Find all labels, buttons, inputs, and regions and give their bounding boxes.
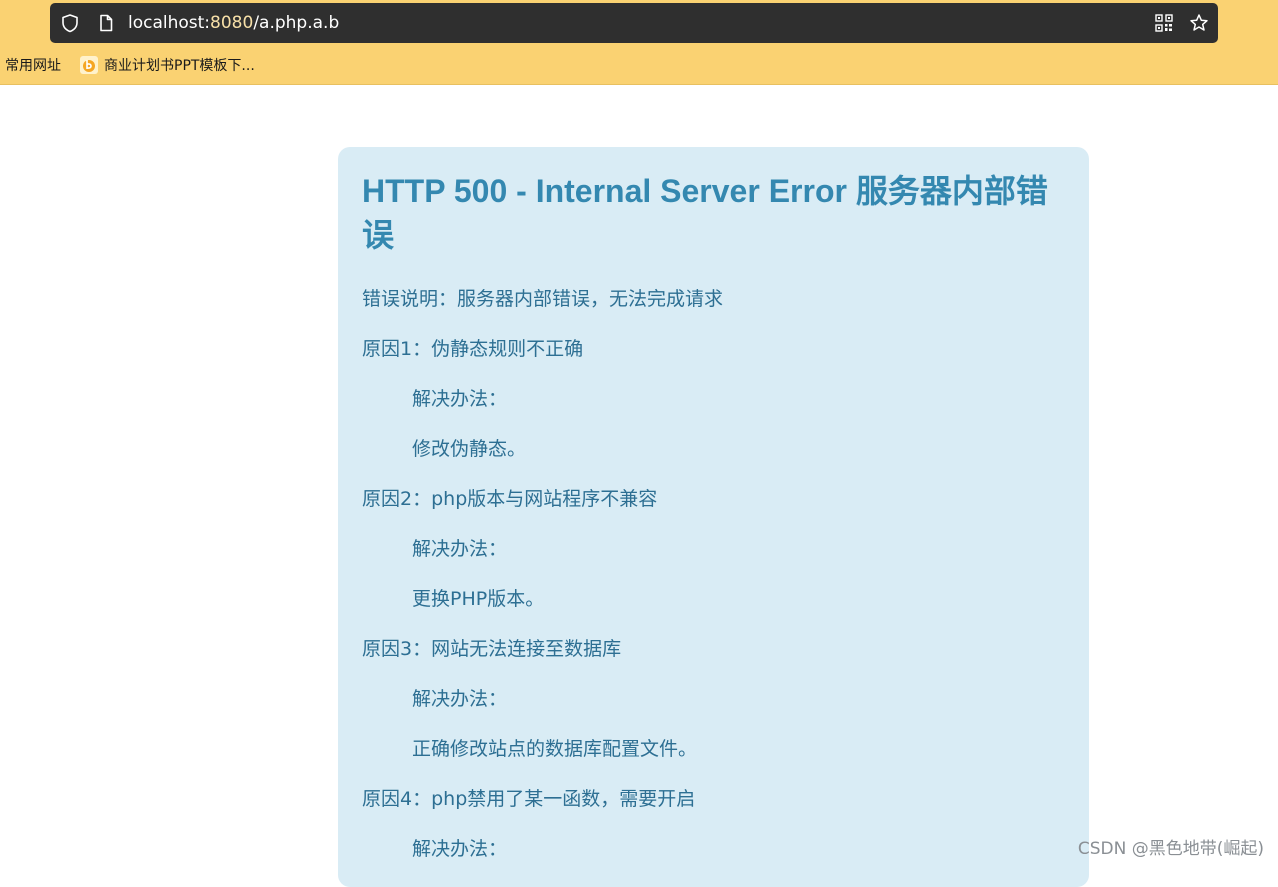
reason-line: 原因1：伪静态规则不正确 (362, 337, 1065, 387)
star-icon[interactable] (1189, 13, 1209, 33)
reason-line: 原因4：php禁用了某一函数，需要开启 (362, 787, 1065, 837)
solution-line: 正确修改站点的数据库配置文件。 (362, 737, 1065, 787)
solution-line: 解决办法： (362, 687, 1065, 737)
solution-line: 修改伪静态。 (362, 437, 1065, 487)
bookmark-common-sites[interactable]: 常用网址 (5, 56, 61, 76)
reason-line: 原因2：php版本与网站程序不兼容 (362, 487, 1065, 537)
page-icon[interactable] (96, 13, 116, 33)
shield-icon[interactable] (60, 13, 80, 33)
reason-line: 错误说明：服务器内部错误，无法完成请求 (362, 287, 1065, 337)
error-card: HTTP 500 - Internal Server Error 服务器内部错误… (338, 147, 1089, 887)
reason-line: 原因3：网站无法连接至数据库 (362, 637, 1065, 687)
browser-toolbar: localhost:8080/a.php.a.b 常用网址 (0, 0, 1278, 85)
address-bar[interactable]: localhost:8080/a.php.a.b (50, 3, 1218, 43)
solution-line: 解决办法： (362, 837, 1065, 887)
url-text[interactable]: localhost:8080/a.php.a.b (128, 13, 339, 33)
solution-line: 更换PHP版本。 (362, 587, 1065, 637)
bookmarks-bar: 常用网址 商业计划书PPT模板下... (0, 52, 1278, 80)
solution-line: 解决办法： (362, 537, 1065, 587)
solution-line: 解决办法： (362, 387, 1065, 437)
watermark: CSDN @黑色地带(崛起) (1078, 834, 1264, 859)
error-details: 错误说明：服务器内部错误，无法完成请求原因1：伪静态规则不正确解决办法：修改伪静… (362, 287, 1065, 887)
bookmark-ppt-template[interactable]: 商业计划书PPT模板下... (80, 56, 255, 76)
page-title: HTTP 500 - Internal Server Error 服务器内部错误 (362, 169, 1065, 257)
bookmark-favicon (80, 56, 98, 74)
qr-code-icon[interactable] (1154, 13, 1174, 33)
bookmark-label: 商业计划书PPT模板下... (104, 58, 255, 74)
